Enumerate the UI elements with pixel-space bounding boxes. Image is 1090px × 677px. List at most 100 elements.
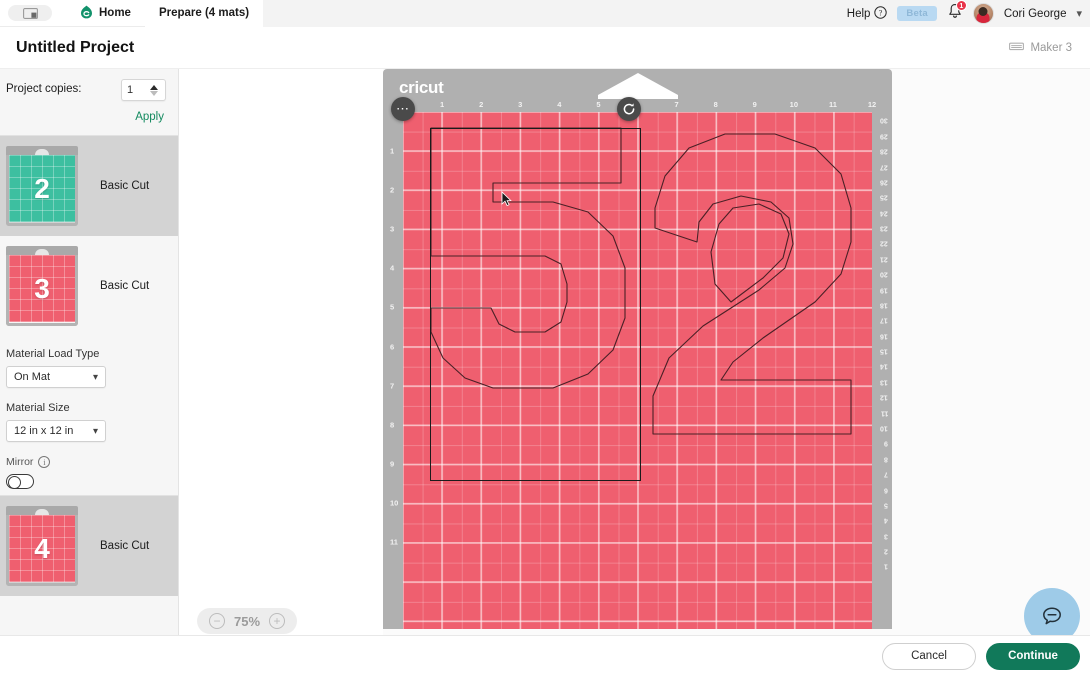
mat-list-item-3[interactable]: 3 Basic Cut	[0, 236, 178, 336]
mat-top-tab	[597, 73, 678, 99]
left-sidebar: Project copies: Apply 2	[0, 69, 179, 676]
mat-thumb-frame	[6, 251, 78, 326]
ruler-right-tick: 19	[880, 286, 888, 294]
plus-circle-icon[interactable]: +	[269, 613, 286, 629]
mirror-label: Mirror	[6, 456, 34, 468]
chevron-down-icon: ▾	[92, 371, 98, 383]
ruler-top-tick: 7	[674, 100, 679, 109]
ruler-right: 30 29 28 27 26 25 24 23 22 21 20 19 18 17 16 15 14 13 12 11…	[872, 109, 892, 629]
material-load-type-value: On Mat	[14, 371, 51, 383]
project-copies-row: Project copies:	[0, 69, 178, 101]
panel-layout-toggle[interactable]	[8, 5, 52, 21]
ruler-left-tick: 1	[390, 146, 395, 156]
ruler-right-tick: 23	[880, 224, 888, 232]
cricut-brand-logo: cricut	[399, 78, 444, 97]
ruler-top-tick: 12	[867, 100, 877, 109]
mat-operation-label: Basic Cut	[100, 540, 150, 552]
minus-circle-icon[interactable]: −	[209, 613, 225, 629]
mat-list-item-2[interactable]: 2 Basic Cut	[0, 136, 178, 236]
page-title: Untitled Project	[16, 38, 135, 56]
ruler-right-tick: 4	[884, 516, 888, 524]
ruler-right-tick: 18	[880, 301, 888, 309]
ruler-right-tick: 16	[880, 332, 888, 340]
ruler-top-tick: 4	[557, 100, 562, 109]
ruler-right-tick: 13	[880, 378, 888, 386]
caret-up-icon[interactable]	[150, 84, 158, 90]
nav-tab-prepare[interactable]: Prepare (4 mats)	[144, 0, 264, 27]
ruler-left-tick: 5	[390, 302, 395, 312]
stepper-arrows[interactable]	[150, 84, 162, 96]
ruler-left-tick: 11	[390, 537, 398, 547]
more-dots-icon[interactable]: ⋯	[391, 97, 415, 121]
ruler-right-tick: 10	[880, 424, 888, 432]
material-size-select[interactable]: 12 in x 12 in ▾	[6, 420, 106, 442]
caret-down-icon[interactable]	[150, 90, 158, 96]
ruler-right-tick: 21	[880, 255, 888, 263]
avatar[interactable]	[972, 3, 994, 24]
mat-operation-label: Basic Cut	[100, 180, 150, 192]
mirror-row: Mirror i	[6, 456, 168, 468]
rotate-clockwise-icon[interactable]	[617, 97, 641, 121]
ruler-left-tick: 8	[390, 420, 395, 430]
help-button[interactable]: Help ?	[846, 5, 888, 22]
ruler-right-tick: 20	[880, 270, 888, 278]
ruler-right-tick: 27	[880, 163, 888, 171]
svg-text:?: ?	[879, 8, 883, 17]
ruler-right-tick: 7	[884, 470, 888, 478]
user-name-label[interactable]: Cori George	[1004, 8, 1067, 20]
ruler-top-tick: 9	[752, 100, 757, 109]
beta-badge: Beta	[897, 6, 937, 21]
design-shapes-52[interactable]	[403, 112, 872, 629]
ruler-right-tick: 22	[880, 239, 888, 247]
ruler-right-tick: 5	[884, 501, 888, 509]
ruler-top-tick: 5	[596, 100, 601, 109]
nav-tab-prepare-label: Prepare (4 mats)	[158, 7, 250, 19]
panel-layout-icon	[22, 7, 38, 19]
project-copies-input[interactable]	[122, 84, 150, 96]
mirror-toggle[interactable]	[6, 474, 34, 489]
info-circle-icon[interactable]: i	[38, 456, 51, 468]
cutting-mat-canvas[interactable]: cricut 123456789101112 1234567891011 302…	[383, 69, 892, 629]
mat-thumbnail-3: 3	[6, 246, 78, 326]
cancel-button[interactable]: Cancel	[882, 642, 976, 670]
material-size-value: 12 in x 12 in	[14, 425, 74, 437]
project-copies-label: Project copies:	[6, 83, 82, 95]
chevron-down-icon: ▾	[92, 425, 98, 437]
ruler-top-tick: 3	[518, 100, 523, 109]
ruler-top-tick: 11	[828, 100, 837, 109]
cricut-home-icon	[80, 5, 93, 22]
ruler-left-tick: 6	[390, 342, 395, 351]
ruler-right-tick: 15	[880, 347, 888, 355]
main-body: Project copies: Apply 2	[0, 69, 1090, 676]
ruler-left-tick: 4	[390, 263, 395, 273]
mat-list-item-4[interactable]: 4 Basic Cut	[0, 496, 178, 596]
apply-button[interactable]: Apply	[135, 111, 164, 123]
project-copies-stepper[interactable]	[121, 79, 166, 101]
ruler-right-tick: 3	[884, 532, 888, 540]
chevron-down-icon[interactable]: ▾	[1076, 7, 1082, 20]
material-options: Material Load Type On Mat ▾ Material Siz…	[0, 336, 178, 495]
material-load-type-select[interactable]: On Mat ▾	[6, 366, 106, 388]
mat-thumb-tab	[6, 506, 78, 515]
mat-material-surface[interactable]	[403, 112, 872, 629]
ruler-top-tick: 10	[789, 100, 798, 109]
mouse-pointer-icon	[501, 191, 512, 212]
machine-indicator[interactable]: Maker 3	[1009, 41, 1072, 55]
ruler-right-tick: 8	[884, 455, 888, 463]
question-circle-icon: ?	[874, 5, 888, 22]
ruler-right-tick: 24	[880, 209, 888, 217]
mat-thumbnail-4: 4	[6, 506, 78, 586]
notification-count-badge: 1	[955, 0, 967, 11]
ruler-left-tick: 10	[390, 498, 399, 508]
notifications-button[interactable]: 1	[947, 0, 967, 25]
continue-button[interactable]: Continue	[986, 642, 1080, 670]
nav-tab-home[interactable]: Home	[66, 0, 145, 27]
mat-operation-label: Basic Cut	[100, 280, 150, 292]
ruler-right-tick: 2	[884, 547, 888, 555]
help-label: Help	[846, 7, 871, 20]
machine-name-label: Maker 3	[1030, 41, 1072, 54]
ruler-right-tick: 1	[884, 562, 888, 570]
ruler-right-tick: 12	[880, 393, 888, 401]
ruler-right-tick: 17	[880, 316, 888, 324]
ruler-right-tick: 30	[880, 116, 888, 124]
